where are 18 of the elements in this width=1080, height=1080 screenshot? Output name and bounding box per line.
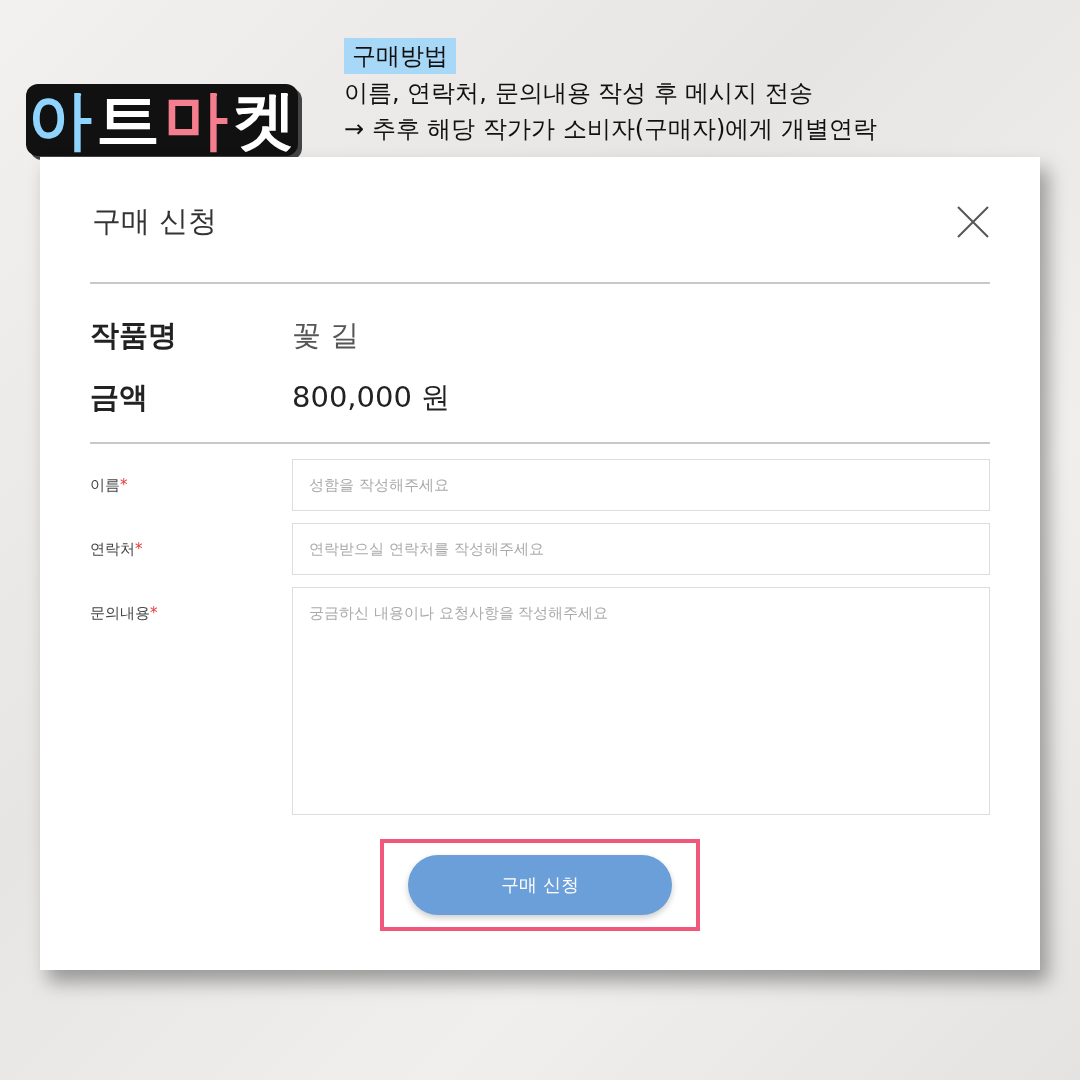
info-value: 꽃 길	[292, 317, 360, 354]
instruction-line: 이름, 연락처, 문의내용 작성 후 메시지 전송	[344, 78, 814, 109]
input-field[interactable]: 성함을 작성해주세요	[292, 459, 990, 511]
logo: 아트마켓	[25, 82, 299, 159]
field-label: 문의내용*	[90, 603, 159, 623]
info-label: 금액	[90, 379, 149, 416]
instructions-heading: 구매방법	[344, 38, 456, 74]
field-label: 이름*	[90, 475, 129, 495]
close-button[interactable]	[956, 204, 990, 239]
input-field[interactable]: 연락받으실 연락처를 작성해주세요	[292, 523, 990, 575]
field-label: 연락처*	[90, 539, 144, 559]
info-value: 800,000 원	[292, 379, 451, 416]
instruction-line: → 추후 해당 작가가 소비자(구매자)에게 개별연락	[344, 114, 877, 145]
close-icon	[956, 204, 990, 239]
message-field[interactable]: 궁금하신 내용이나 요청사항을 작성해주세요	[292, 587, 990, 815]
submit-button[interactable]: 구매 신청	[408, 855, 672, 915]
info-label: 작품명	[90, 317, 178, 354]
dialog-title: 구매 신청	[92, 202, 218, 240]
